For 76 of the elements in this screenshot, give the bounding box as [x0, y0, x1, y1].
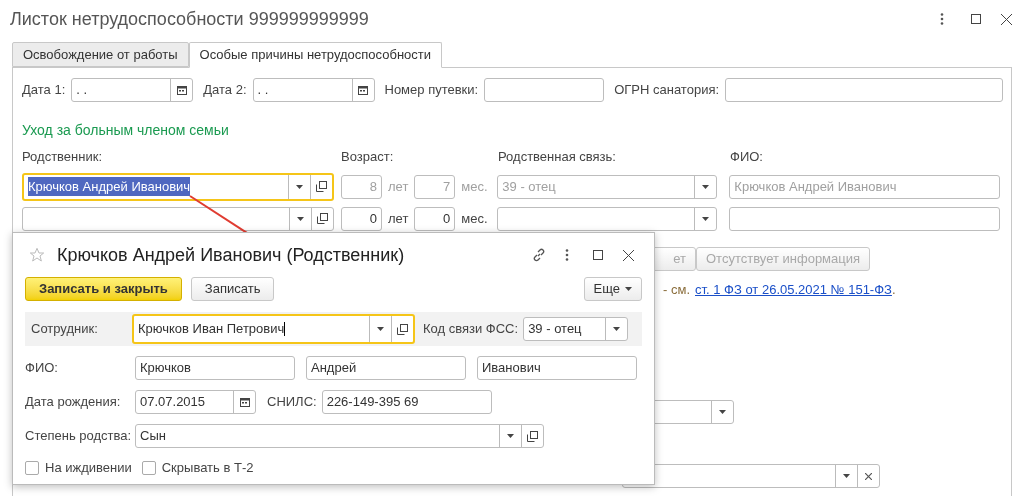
field-label: Дата 1: — [22, 81, 66, 100]
employee-field[interactable]: Крючков Иван Петрович — [132, 314, 415, 344]
field-label: Родственник: — [22, 148, 103, 166]
dropdown-icon — [702, 216, 710, 221]
maximize-icon[interactable] — [593, 250, 603, 260]
name-part-field[interactable]: Крючков — [135, 356, 295, 380]
months-field[interactable]: 0 — [414, 206, 456, 231]
field-label: Степень родства: — [25, 427, 133, 446]
field-label: Дата рождения: — [25, 393, 122, 412]
field-label: Возраст: — [341, 148, 395, 166]
field-label: мес. — [461, 209, 489, 228]
field-label: лет — [388, 177, 409, 196]
star-icon[interactable] — [29, 247, 45, 263]
link-icon[interactable] — [532, 248, 546, 262]
field-label: Код связи ФСС: — [423, 320, 519, 339]
field-label: СНИЛС: — [267, 393, 317, 412]
field-label: ФИО: — [730, 148, 763, 166]
open-window-icon — [317, 213, 328, 224]
more-button[interactable]: Еще — [583, 277, 642, 301]
window-title: Листок нетрудоспособности 999999999999 — [10, 7, 370, 31]
note-text: - см. — [663, 280, 690, 299]
field-label: ОГРН санатория: — [614, 81, 720, 100]
checkbox[interactable] — [25, 460, 39, 475]
calendar-icon — [239, 397, 250, 407]
ogrn-field[interactable] — [725, 78, 1004, 102]
calendar-icon — [358, 85, 368, 95]
open-window-icon — [527, 430, 538, 442]
checkbox-label: Скрывать в Т-2 — [161, 459, 254, 477]
checkbox[interactable] — [141, 460, 156, 475]
dropdown-icon — [625, 287, 632, 291]
date-field[interactable]: . . — [71, 78, 194, 102]
checkbox-label: На иждивении — [45, 459, 132, 477]
kinship-field[interactable]: Сын — [135, 424, 544, 448]
field-label: мес. — [461, 177, 489, 196]
fio-field[interactable] — [729, 206, 1001, 231]
dropdown-icon — [297, 216, 304, 221]
tab[interactable]: Освобождение от работы — [12, 42, 189, 67]
field-label: Номер путевки: — [384, 81, 479, 100]
clear-icon — [865, 472, 872, 480]
calendar-icon — [176, 85, 187, 95]
snils-field[interactable]: 226-149-395 69 — [321, 390, 492, 414]
dropdown-icon — [702, 184, 710, 189]
more-icon[interactable] — [565, 249, 569, 261]
name-part-field[interactable]: Иванович — [477, 356, 637, 380]
field-label: Дата 2: — [203, 81, 247, 100]
note-text: . — [891, 280, 896, 299]
field-label: лет — [388, 209, 409, 228]
voucher-number-field[interactable] — [484, 78, 605, 102]
open-window-icon — [397, 323, 408, 335]
tab[interactable]: Особые причины нетрудоспособности — [188, 42, 443, 68]
open-window-icon — [316, 181, 327, 192]
dropdown-icon — [507, 434, 514, 438]
close-icon[interactable] — [623, 249, 634, 261]
name-part-field[interactable]: Андрей — [306, 356, 466, 380]
dropdown-icon — [613, 327, 621, 331]
more-icon[interactable] — [940, 13, 944, 25]
section-heading: Уход за больным членом семьи — [22, 121, 230, 140]
fss-code-field[interactable]: 39 - отец — [523, 317, 629, 341]
birth-date-field[interactable]: 07.07.2015 — [135, 390, 256, 414]
field-label: Родственная связь: — [498, 148, 617, 166]
dialog-title: Крючков Андрей Иванович (Родственник) — [57, 243, 406, 267]
field-label: ФИО: — [25, 359, 59, 378]
dropdown-icon — [377, 327, 384, 331]
maximize-icon[interactable] — [971, 14, 981, 24]
dropdown-icon — [296, 184, 303, 189]
dropdown-icon — [843, 474, 850, 478]
date-field[interactable]: . . — [252, 78, 375, 102]
relation-field[interactable] — [497, 206, 718, 231]
dropdown-icon — [719, 410, 726, 414]
save-button[interactable]: Записать — [190, 277, 275, 301]
relative-field[interactable] — [22, 206, 334, 231]
years-field[interactable]: 0 — [341, 206, 382, 231]
save-close-button[interactable]: Записать и закрыть — [25, 277, 182, 301]
law-link[interactable]: ст. 1 ФЗ от 26.05.2021 № 151-ФЗ — [695, 279, 892, 299]
field-label: Сотрудник: — [31, 320, 99, 339]
close-icon[interactable] — [1001, 13, 1012, 25]
